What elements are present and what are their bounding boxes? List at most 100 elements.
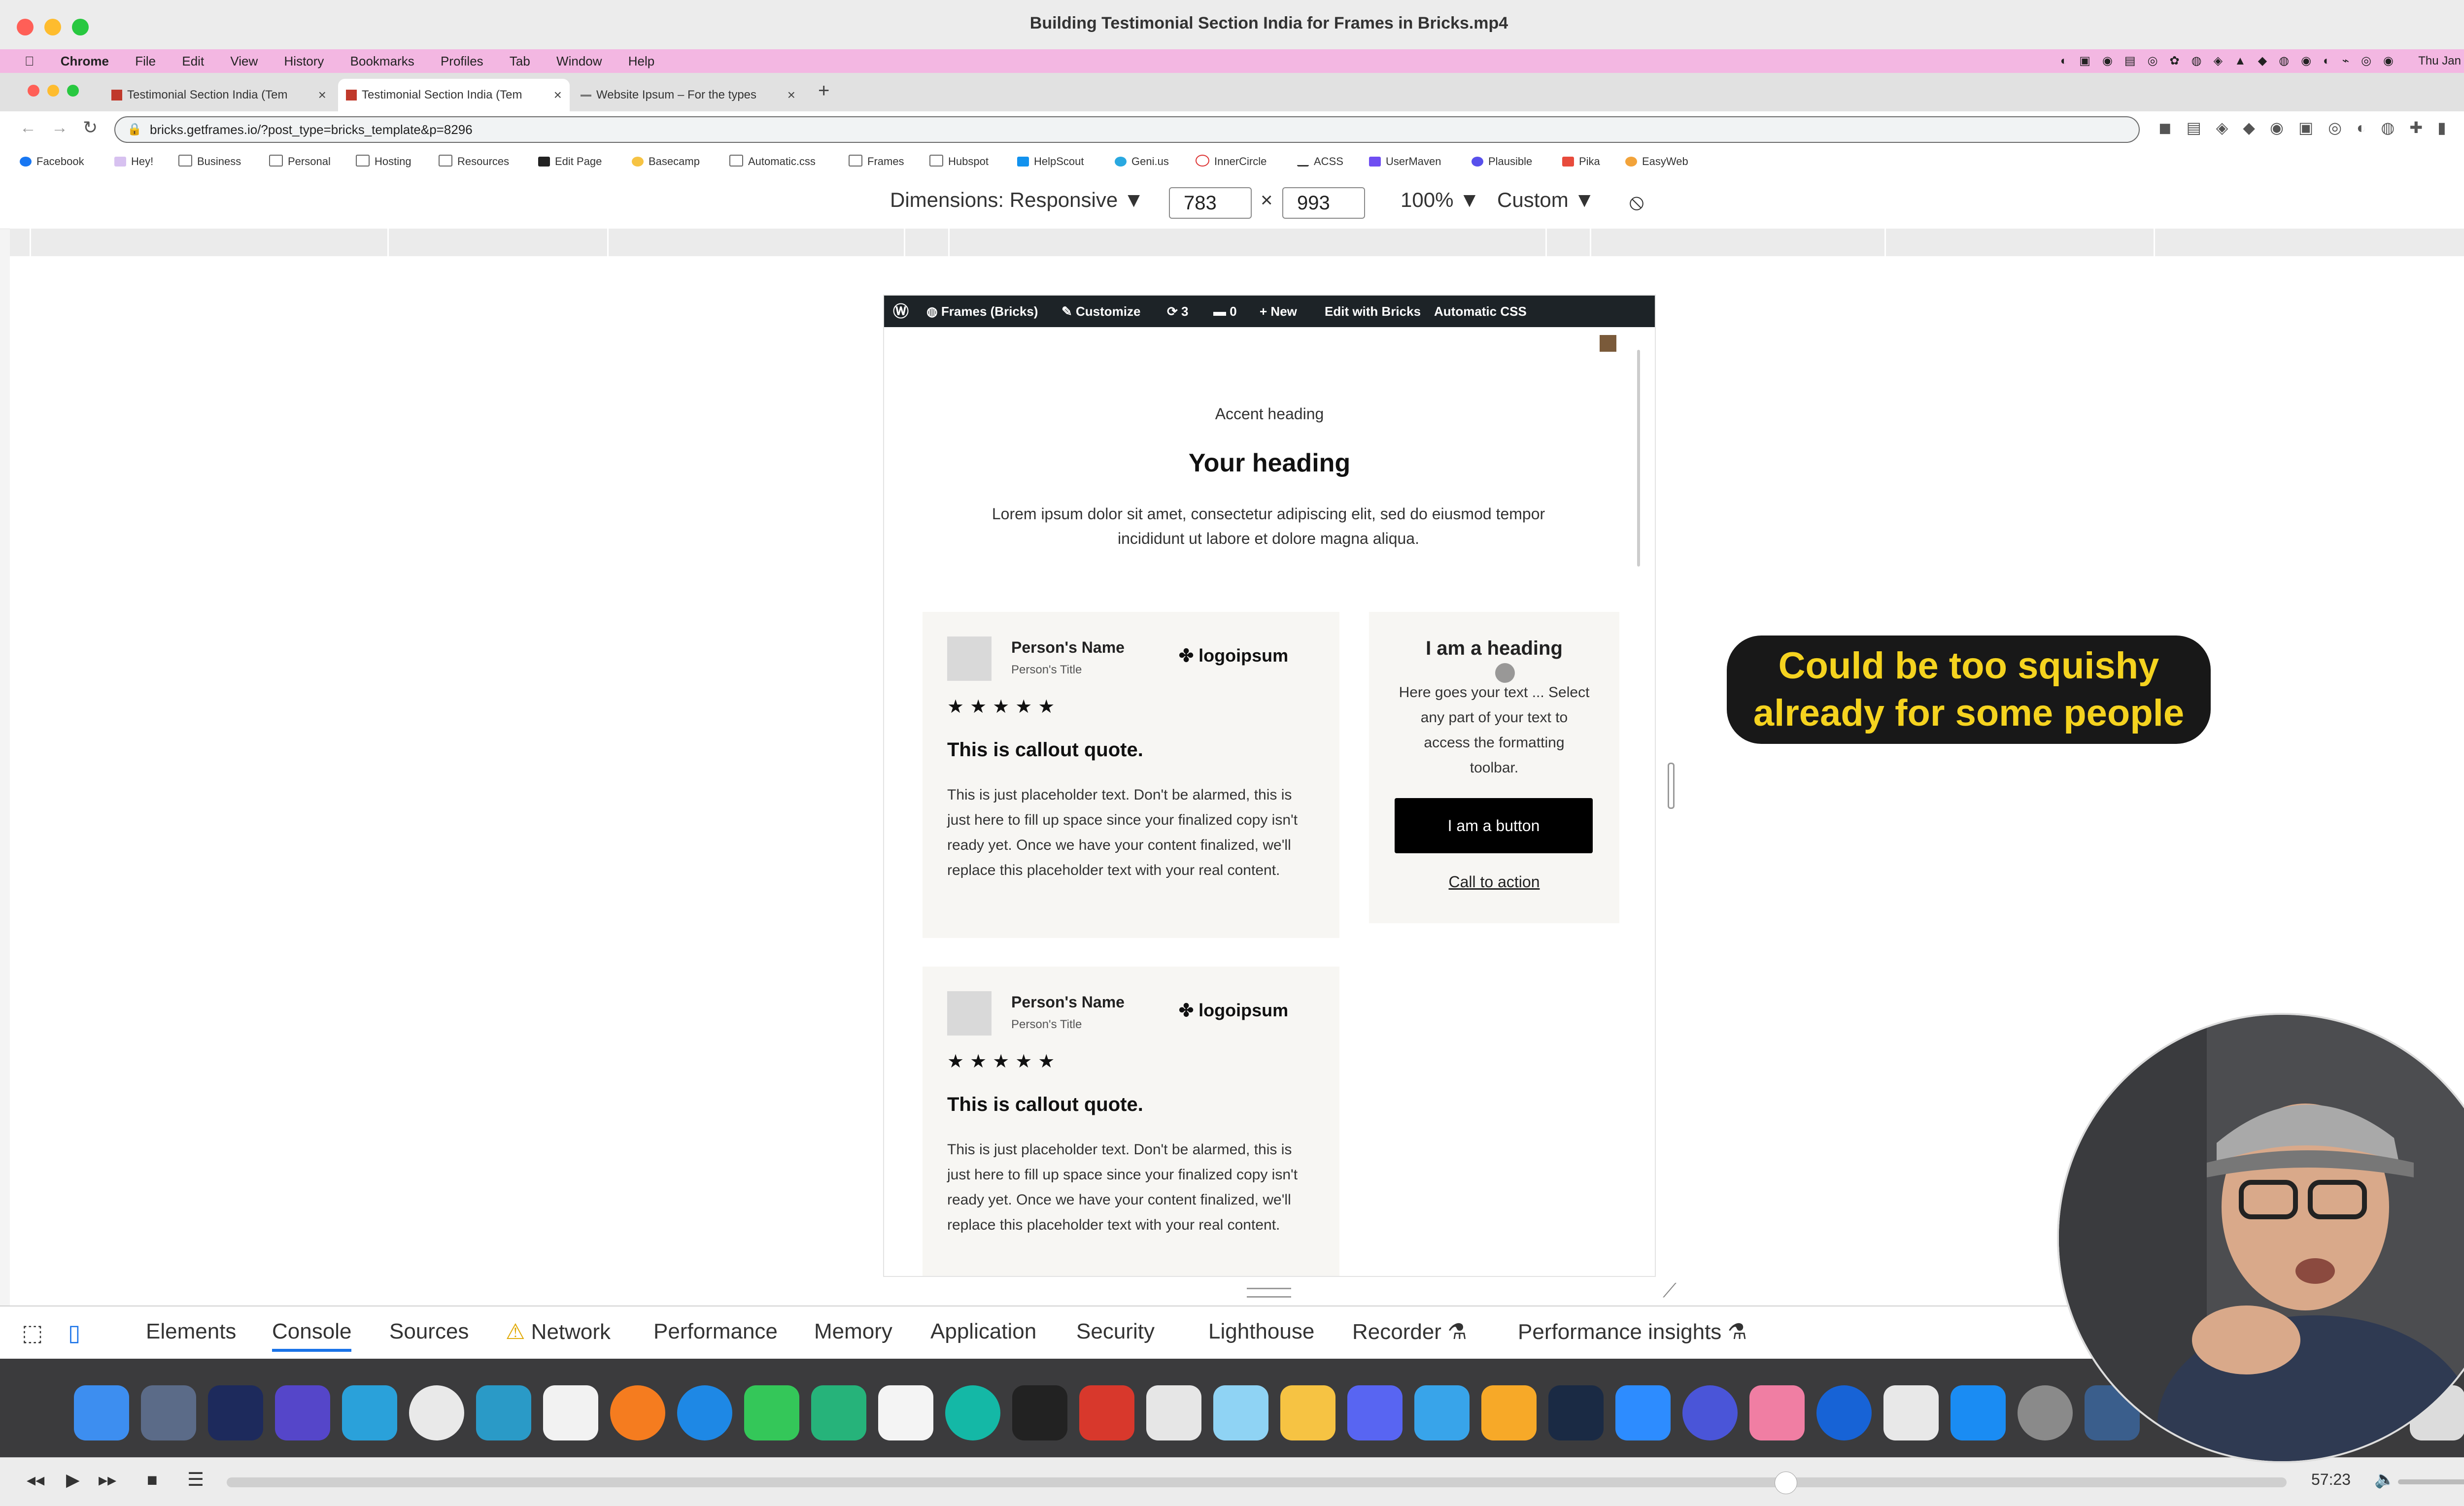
vscode-icon[interactable]	[878, 1385, 933, 1440]
menu-view[interactable]: View	[230, 49, 258, 73]
url-input[interactable]: 🔒 bricks.getframes.io/?post_type=bricks_…	[114, 116, 2140, 143]
tab-sources[interactable]: Sources	[389, 1319, 469, 1344]
messages-icon[interactable]	[744, 1385, 799, 1440]
cleanmymac-icon[interactable]	[1749, 1385, 1805, 1440]
bookmark-geni-us[interactable]: Geni.us	[1115, 149, 1169, 174]
mq-segment[interactable]	[948, 229, 950, 256]
close-tab-icon[interactable]: ×	[318, 79, 326, 111]
viewport-height-input[interactable]: 993	[1282, 187, 1365, 219]
bookmark-frames[interactable]: Frames	[849, 149, 904, 174]
bookmark-resources[interactable]: Resources	[439, 149, 509, 174]
edit-with-bricks-link[interactable]: Edit with Bricks	[1325, 296, 1421, 327]
finder-icon[interactable]	[74, 1385, 129, 1440]
minimize-dot[interactable]	[47, 85, 59, 97]
mq-segment[interactable]	[607, 229, 609, 256]
throttle-dropdown[interactable]: Custom ▼	[1497, 188, 1595, 212]
menu-help[interactable]: Help	[628, 49, 654, 73]
tab-performance[interactable]: Performance	[653, 1319, 778, 1344]
transmit-icon[interactable]	[1280, 1385, 1335, 1440]
extension-icons[interactable]: ◼▤◈◆◉▣◎◐◍✚▮	[2158, 118, 2461, 137]
mq-segment[interactable]	[30, 229, 31, 256]
bookmark-usermaven[interactable]: UserMaven	[1369, 149, 1441, 174]
menubar-clock[interactable]: Thu Jan 5 1:50 PM	[2418, 54, 2464, 67]
close-tab-icon[interactable]: ×	[554, 79, 562, 111]
xcode-tool-icon[interactable]	[1213, 1385, 1268, 1440]
hand-app-icon[interactable]	[275, 1385, 330, 1440]
viewport-width-input[interactable]: 783	[1169, 187, 1252, 219]
grammarly-icon[interactable]	[945, 1385, 1000, 1440]
chrome-icon[interactable]	[409, 1385, 464, 1440]
right-resize-handle[interactable]	[1668, 763, 1675, 809]
mq-segment[interactable]	[904, 229, 905, 256]
menu-chrome[interactable]: Chrome	[61, 49, 109, 73]
settings-app-icon[interactable]	[1682, 1385, 1738, 1440]
tab-memory[interactable]: Memory	[814, 1319, 892, 1344]
bookmark-hosting[interactable]: Hosting	[356, 149, 411, 174]
bookmark-personal[interactable]: Personal	[269, 149, 331, 174]
comments-link[interactable]: ▬ 0	[1213, 296, 1237, 327]
amazon-music-icon[interactable]	[208, 1385, 263, 1440]
menu-edit[interactable]: Edit	[182, 49, 204, 73]
automatic-css-link[interactable]: Automatic CSS	[1434, 296, 1527, 327]
wordpress-icon[interactable]: Ⓦ	[893, 296, 909, 327]
bookmark-helpscout[interactable]: HelpScout	[1017, 149, 1084, 174]
tab-network[interactable]: ⚠ Network	[506, 1319, 611, 1344]
bookmark-facebook[interactable]: Facebook	[20, 149, 84, 174]
close-dot[interactable]	[28, 85, 39, 97]
calendar-icon[interactable]	[543, 1385, 598, 1440]
dimensions-dropdown[interactable]: Dimensions: Responsive ▼	[890, 188, 1144, 212]
forward-icon[interactable]: →	[51, 118, 68, 137]
back-icon[interactable]: ←	[20, 118, 36, 137]
bookmark-business[interactable]: Business	[178, 149, 241, 174]
video-progress-knob[interactable]	[1775, 1472, 1798, 1494]
firefox-icon[interactable]	[610, 1385, 665, 1440]
chatgpt-icon[interactable]	[811, 1385, 866, 1440]
mq-segment[interactable]	[387, 229, 389, 256]
call-to-action-link[interactable]: Call to action	[1369, 873, 1619, 891]
figma-icon[interactable]	[1012, 1385, 1067, 1440]
menu-file[interactable]: File	[135, 49, 156, 73]
pages-icon[interactable]	[1481, 1385, 1537, 1440]
cta-button[interactable]: I am a button	[1395, 798, 1593, 853]
playlist-icon[interactable]: ☰	[187, 1469, 204, 1491]
rotate-icon[interactable]: ⦸	[1629, 188, 1644, 216]
volume-slider[interactable]	[2398, 1479, 2464, 1484]
updates-link[interactable]: ⟳ 3	[1167, 296, 1188, 327]
onepassword-icon[interactable]	[1816, 1385, 1872, 1440]
menu-tab[interactable]: Tab	[510, 49, 530, 73]
live-app-icon[interactable]	[1079, 1385, 1134, 1440]
tab-elements[interactable]: Elements	[146, 1319, 236, 1344]
tab-performance-insights[interactable]: Performance insights ⚗	[1518, 1319, 1747, 1344]
device-toggle-icon[interactable]: ▯	[68, 1319, 80, 1346]
app-store-icon[interactable]	[1951, 1385, 2006, 1440]
zoom-dropdown[interactable]: 100% ▼	[1401, 188, 1480, 212]
fast-forward-icon[interactable]: ▸▸	[99, 1470, 116, 1490]
menu-history[interactable]: History	[284, 49, 324, 73]
mq-segment[interactable]	[2154, 229, 2155, 256]
close-tab-icon[interactable]: ×	[787, 79, 795, 111]
bookmark-hey[interactable]: Hey!	[114, 149, 153, 174]
menu-window[interactable]: Window	[556, 49, 602, 73]
bookmark-automatic-css[interactable]: Automatic.css	[729, 149, 816, 174]
stop-icon[interactable]: ■	[147, 1470, 158, 1490]
customize-link[interactable]: ✎ Customize	[1061, 296, 1140, 327]
code-editor-icon[interactable]	[1883, 1385, 1939, 1440]
tab-application[interactable]: Application	[930, 1319, 1036, 1344]
menu-profiles[interactable]: Profiles	[441, 49, 483, 73]
final-cut-icon[interactable]	[1146, 1385, 1201, 1440]
bookmark-plausible[interactable]: Plausible	[1472, 149, 1532, 174]
bookmark-edit-page[interactable]: Edit Page	[538, 149, 602, 174]
bookmark-acss[interactable]: ACSS	[1297, 149, 1343, 174]
mq-segment[interactable]	[1884, 229, 1886, 256]
tab-testimonial-2-active[interactable]: Testimonial Section India (Tem ×	[338, 79, 570, 111]
bottom-resize-handle[interactable]	[1247, 1288, 1291, 1298]
discord-icon[interactable]	[1347, 1385, 1403, 1440]
site-name-link[interactable]: ◍ Frames (Bricks)	[926, 296, 1038, 327]
menu-bookmarks[interactable]: Bookmarks	[350, 49, 414, 73]
mq-segment[interactable]	[1590, 229, 1591, 256]
tab-testimonial-1[interactable]: Testimonial Section India (Tem ×	[103, 79, 334, 111]
new-link[interactable]: + New	[1260, 296, 1297, 327]
bookmark-hubspot[interactable]: Hubspot	[929, 149, 989, 174]
bookmark-pika[interactable]: Pika	[1562, 149, 1600, 174]
play-icon[interactable]: ▶	[66, 1470, 80, 1490]
